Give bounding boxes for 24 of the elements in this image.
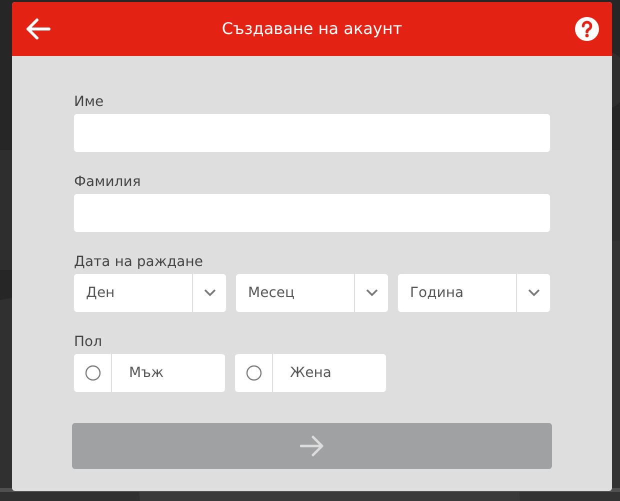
chevron-down-icon bbox=[204, 289, 216, 297]
radio-option[interactable]: Мъж bbox=[74, 354, 225, 392]
field-label: Фамилия bbox=[74, 173, 142, 192]
select-placeholder: Ден bbox=[85, 284, 116, 302]
radio-option[interactable]: Жена bbox=[235, 354, 386, 392]
radio-button[interactable] bbox=[246, 365, 262, 381]
select-field[interactable]: Ден bbox=[74, 274, 226, 312]
radio-label: Мъж bbox=[128, 364, 164, 382]
radio-label: Жена bbox=[289, 364, 332, 382]
field-label: Име bbox=[74, 93, 105, 112]
select-field[interactable]: Година bbox=[398, 274, 550, 312]
arrow-right-icon bbox=[300, 434, 324, 458]
header-title: Създаване на акаунт bbox=[222, 18, 402, 40]
radio-button[interactable] bbox=[84, 365, 100, 381]
help-icon[interactable] bbox=[574, 16, 600, 42]
select-placeholder: Месец bbox=[247, 284, 296, 302]
field-label: Пол bbox=[74, 333, 104, 352]
chevron-down-icon bbox=[528, 289, 540, 297]
input-field[interactable] bbox=[74, 114, 550, 152]
chevron-down-icon bbox=[366, 289, 378, 297]
select-field[interactable]: Месец bbox=[236, 274, 388, 312]
input-field[interactable] bbox=[74, 194, 550, 232]
field-label: Дата на раждане bbox=[74, 253, 204, 272]
select-placeholder: Година bbox=[409, 284, 465, 302]
